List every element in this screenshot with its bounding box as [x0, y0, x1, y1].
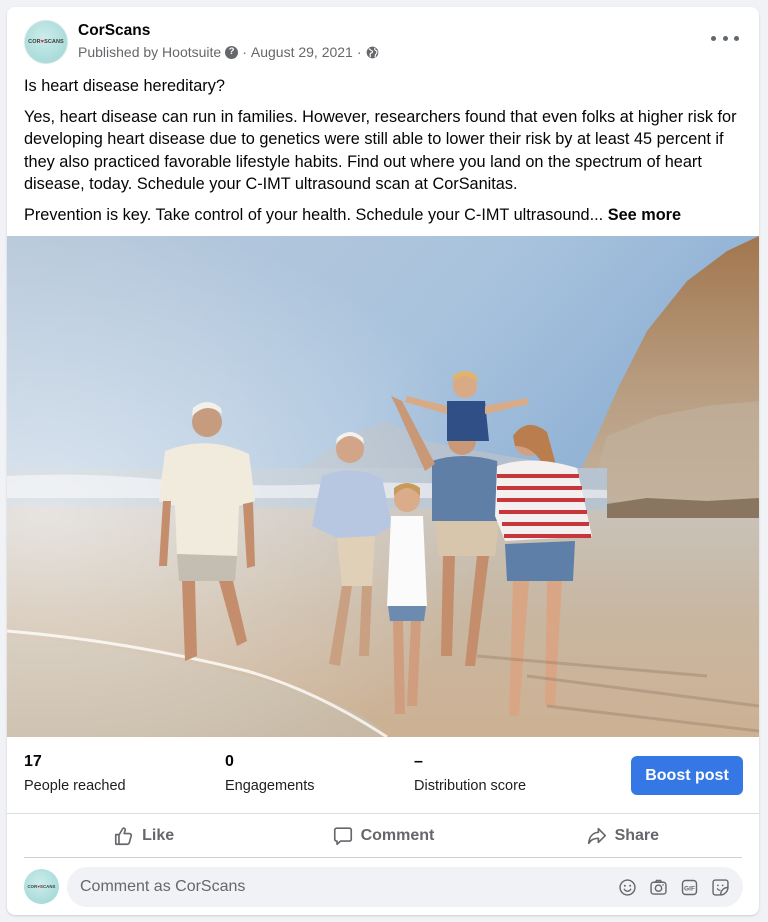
stat-label: Engagements: [225, 778, 315, 794]
meta-separator: ·: [356, 44, 362, 60]
post-paragraph-text: Prevention is key. Take control of your …: [24, 205, 604, 224]
page-name[interactable]: CorScans: [78, 22, 150, 40]
stat-label: People reached: [24, 778, 126, 794]
globe-icon: [366, 46, 379, 59]
comment-label: Comment: [360, 827, 435, 844]
more-dot: [734, 35, 739, 41]
post-date[interactable]: August 29, 2021: [251, 44, 353, 60]
published-by: Published by Hootsuite: [78, 44, 222, 60]
gif-icon[interactable]: GIF: [679, 877, 700, 898]
speech-bubble-icon: [333, 827, 352, 846]
camera-icon[interactable]: [648, 877, 669, 898]
post-header: COR♥SCANS CorScans Published by Hootsuit…: [7, 7, 759, 69]
avatar-logo: COR♥SCANS: [27, 884, 56, 889]
comment-tools: GIF: [617, 877, 743, 898]
commenter-avatar: COR♥SCANS: [24, 869, 59, 904]
emoji-icon[interactable]: [617, 877, 638, 898]
more-dot: [722, 35, 728, 41]
post-question: Is heart disease hereditary?: [24, 77, 225, 95]
stat-value: –: [414, 753, 423, 770]
meta-separator: ·: [242, 44, 247, 60]
like-label: Like: [142, 827, 175, 844]
stat-value: 0: [225, 753, 234, 770]
divider: [7, 813, 759, 814]
stat-label: Distribution score: [414, 778, 527, 794]
beach-photo: [7, 236, 759, 737]
post-insights: 17 People reached 0 Engagements – Distri…: [7, 737, 759, 813]
comment-box: GIF: [67, 867, 743, 907]
post-body: Is heart disease hereditary? Yes, heart …: [24, 75, 744, 234]
comment-input[interactable]: [80, 878, 617, 896]
stat-distribution-score: – Distribution score: [414, 753, 526, 794]
like-button[interactable]: Like: [24, 815, 263, 857]
avatar-logo: COR♥SCANS: [28, 39, 64, 45]
thumbs-up-icon: [115, 827, 133, 846]
comment-button[interactable]: Comment: [263, 815, 502, 857]
see-more-link[interactable]: See more: [608, 206, 681, 224]
more-options-button[interactable]: [711, 31, 739, 45]
stat-people-reached: 17 People reached: [24, 753, 126, 794]
svg-text:GIF: GIF: [684, 885, 695, 892]
help-icon[interactable]: ?: [225, 45, 239, 59]
boost-post-button[interactable]: Boost post: [631, 756, 743, 795]
sticker-icon[interactable]: [710, 877, 731, 898]
post-card: COR♥SCANS CorScans Published by Hootsuit…: [7, 7, 759, 915]
share-button[interactable]: Share: [503, 815, 742, 857]
page-avatar[interactable]: COR♥SCANS: [24, 20, 68, 64]
post-meta: Published by Hootsuite ? · August 29, 20…: [78, 44, 379, 60]
more-dot: [711, 35, 716, 41]
stat-engagements: 0 Engagements: [225, 753, 314, 794]
stat-value: 17: [24, 753, 42, 770]
post-image[interactable]: [7, 236, 759, 737]
share-arrow-icon: [587, 827, 606, 845]
post-actions: Like Comment Share: [24, 815, 742, 857]
divider: [24, 857, 742, 858]
share-label: Share: [614, 827, 660, 844]
post-paragraph: Yes, heart disease can run in families. …: [24, 107, 737, 194]
post-paragraph-truncated: Prevention is key. Take control of your …: [24, 204, 744, 227]
